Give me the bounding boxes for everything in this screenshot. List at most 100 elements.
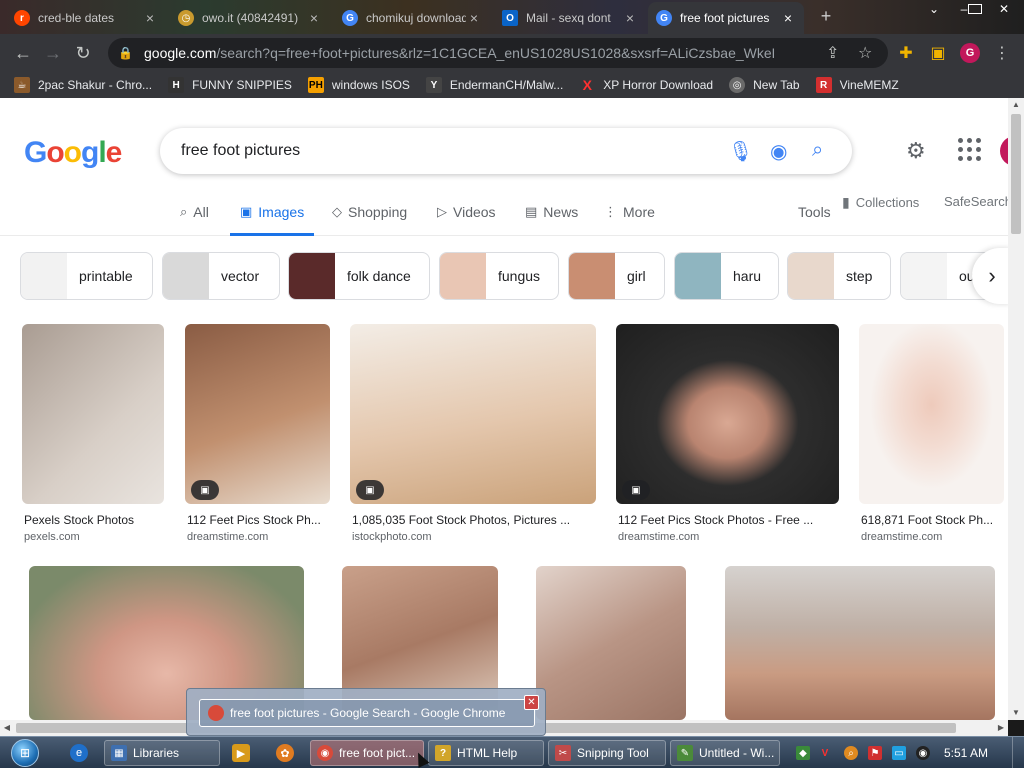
antivirus-icon[interactable]: V <box>818 746 832 760</box>
reload-icon[interactable]: ↻ <box>68 38 98 68</box>
bookmark-star-icon[interactable]: ☆ <box>858 43 872 63</box>
close-icon[interactable]: × <box>466 10 482 26</box>
collections-button[interactable]: ▮ Collections <box>842 194 919 211</box>
browser-tab[interactable]: ◷ owo.it (40842491) × <box>170 4 330 32</box>
result-title[interactable]: 112 Feet Pics Stock Ph... <box>187 513 330 527</box>
result-title[interactable]: 618,871 Foot Stock Ph... <box>861 513 1004 527</box>
result-thumbnail[interactable] <box>22 324 164 504</box>
gear-icon[interactable]: ⚙ <box>906 138 926 164</box>
search-input[interactable]: free foot pictures 🎙 ◉ ⌕ <box>160 128 852 174</box>
show-desktop-button[interactable] <box>1012 737 1024 768</box>
microphone-icon[interactable]: 🎙 <box>728 139 753 164</box>
address-bar[interactable]: 🔒 google.com/search?q=free+foot+pictures… <box>108 38 888 68</box>
chip-step[interactable]: step <box>787 252 891 300</box>
bookmark-item[interactable]: Y EndermanCH/Malw... <box>425 77 563 93</box>
image-result[interactable]: Pexels Stock Photos pexels.com <box>22 324 164 546</box>
result-thumbnail[interactable] <box>859 324 1004 504</box>
tab-videos[interactable]: ▷ Videos <box>437 204 496 236</box>
result-thumbnail[interactable] <box>536 566 686 720</box>
browser-tab-active[interactable]: G free foot pictures × <box>648 2 804 34</box>
result-title[interactable]: 112 Feet Pics Stock Photos - Free ... <box>618 513 839 527</box>
tab-news[interactable]: ▤ News <box>525 204 578 236</box>
scrollbar-thumb[interactable] <box>1011 114 1021 234</box>
close-icon[interactable]: × <box>622 10 638 26</box>
bookmark-item[interactable]: R VineMEMZ <box>815 77 899 93</box>
share-icon[interactable]: ⇪ <box>826 43 839 63</box>
image-result[interactable]: 618,871 Foot Stock Ph... dreamstime.com <box>859 324 1004 546</box>
close-icon[interactable]: × <box>142 10 158 26</box>
scroll-up-arrow-icon[interactable]: ▲ <box>1008 98 1024 112</box>
result-thumbnail[interactable] <box>725 566 995 720</box>
vertical-scrollbar[interactable]: ▲ ▼ <box>1008 98 1024 720</box>
taskbar-item-notepad[interactable]: ✎ Untitled - Wi... <box>670 740 780 766</box>
chip-fungus[interactable]: fungus <box>439 252 559 300</box>
result-thumbnail[interactable] <box>616 324 839 504</box>
image-result[interactable]: ▣ 1,085,035 Foot Stock Photos, Pictures … <box>350 324 596 546</box>
scroll-down-arrow-icon[interactable]: ▼ <box>1008 706 1024 720</box>
google-logo[interactable]: Google <box>24 136 122 170</box>
taskbar-item-chrome[interactable]: ◉ free foot pict... <box>310 740 424 766</box>
volume-icon[interactable]: ◉ <box>916 746 930 760</box>
tab-images[interactable]: ▣ Images <box>230 204 315 236</box>
tab-more[interactable]: ⋮ More <box>604 204 655 236</box>
flag-icon[interactable]: ⚑ <box>868 746 882 760</box>
result-thumbnail[interactable] <box>350 324 596 504</box>
app-launcher-icon[interactable]: ✿ <box>276 744 294 762</box>
chip-printable[interactable]: printable <box>20 252 153 300</box>
browser-tab[interactable]: O Mail - sexq dont × <box>494 4 646 32</box>
result-thumbnail[interactable] <box>185 324 330 504</box>
system-clock[interactable]: 5:51 AM <box>944 746 988 760</box>
tools-button[interactable]: Tools <box>798 204 831 220</box>
apps-grid-icon[interactable] <box>958 138 982 162</box>
bookmark-item[interactable]: PH windows ISOS <box>307 77 410 93</box>
close-icon[interactable]: ✕ <box>524 695 539 710</box>
internet-explorer-icon[interactable]: e <box>70 744 88 762</box>
close-icon[interactable]: × <box>306 10 322 26</box>
image-result[interactable] <box>536 566 686 720</box>
chip-haru[interactable]: haru <box>674 252 779 300</box>
bookmark-item[interactable]: H FUNNY SNIPPIES <box>168 77 292 93</box>
bookmark-item[interactable]: ◎ New Tab <box>729 77 800 93</box>
bookmark-item[interactable]: X XP Horror Download <box>579 77 714 93</box>
preview-window-entry[interactable]: free foot pictures - Google Search - Goo… <box>199 699 535 727</box>
menu-kebab-icon[interactable]: ⋮ <box>988 38 1016 68</box>
extensions-puzzle-icon[interactable]: ✚ <box>892 38 920 68</box>
chip-folk-dance[interactable]: folk dance <box>288 252 430 300</box>
scroll-right-arrow-icon[interactable]: ▶ <box>994 720 1008 736</box>
taskbar-thumbnail-preview[interactable]: free foot pictures - Google Search - Goo… <box>186 688 546 736</box>
close-window-icon[interactable]: ✕ <box>990 0 1018 18</box>
display-icon[interactable]: ▭ <box>892 746 906 760</box>
browser-tab[interactable]: G chomikuj download × <box>334 4 490 32</box>
profile-avatar[interactable]: G <box>956 38 984 68</box>
tab-search-icon[interactable]: ⌄ <box>920 0 948 18</box>
bookmark-item[interactable]: ☕ 2pac Shakur - Chro... <box>14 77 152 93</box>
result-title[interactable]: 1,085,035 Foot Stock Photos, Pictures ..… <box>352 513 596 527</box>
taskbar-item-libraries[interactable]: ▦ Libraries <box>104 740 220 766</box>
browser-tab[interactable]: r cred-ble dates × <box>6 4 166 32</box>
image-result[interactable]: ▣ 112 Feet Pics Stock Photos - Free ... … <box>616 324 839 546</box>
result-title[interactable]: Pexels Stock Photos <box>24 513 164 527</box>
forward-icon[interactable]: → <box>38 38 68 68</box>
chip-vector[interactable]: vector <box>162 252 280 300</box>
close-icon[interactable]: × <box>780 10 796 26</box>
tab-shopping[interactable]: ◇ Shopping <box>332 204 407 236</box>
safesearch-button[interactable]: SafeSearch <box>944 194 1008 209</box>
tab-all[interactable]: ⌕ All <box>180 204 209 236</box>
media-player-icon[interactable]: ▶ <box>232 744 250 762</box>
image-result[interactable] <box>725 566 995 720</box>
image-result[interactable]: ▣ 112 Feet Pics Stock Ph... dreamstime.c… <box>185 324 330 546</box>
taskbar-item-html-help[interactable]: ? HTML Help <box>428 740 544 766</box>
network-icon[interactable]: ◆ <box>796 746 810 760</box>
scroll-left-arrow-icon[interactable]: ◀ <box>0 720 14 736</box>
search-icon[interactable]: ⌕ <box>812 139 823 162</box>
taskbar-item-snipping-tool[interactable]: ✂ Snipping Tool <box>548 740 666 766</box>
start-button[interactable]: ⊞ <box>6 737 44 768</box>
side-panel-icon[interactable]: ▣ <box>924 38 952 68</box>
chip-girl[interactable]: girl <box>568 252 665 300</box>
avatar[interactable] <box>1000 136 1008 166</box>
search-tray-icon[interactable]: ⌕ <box>844 746 858 760</box>
camera-lens-icon[interactable]: ◉ <box>770 139 787 164</box>
maximize-icon[interactable] <box>968 4 982 14</box>
new-tab-button[interactable]: + <box>814 6 838 27</box>
back-icon[interactable]: ← <box>8 38 38 68</box>
